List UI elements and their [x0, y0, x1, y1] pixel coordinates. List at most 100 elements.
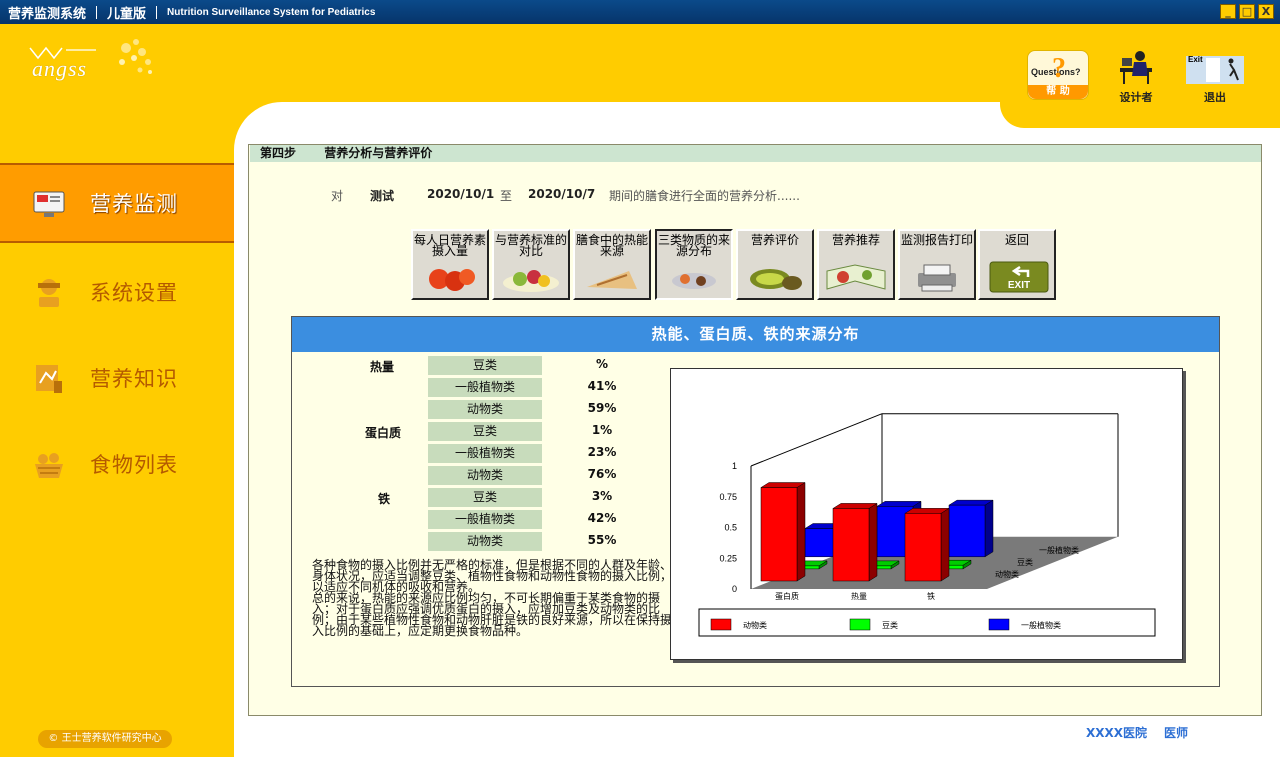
x-tick-label: 蛋白质 — [775, 591, 799, 601]
exit-button[interactable]: Exit 退出 — [1185, 52, 1245, 105]
svg-text:?: ? — [1052, 53, 1066, 84]
designer-button[interactable]: 设计者 — [1112, 50, 1160, 105]
table-cell-source: 动物类 — [428, 400, 542, 419]
help-icon: Questions? ? 帮 助 — [1027, 50, 1089, 100]
close-button[interactable]: X — [1258, 4, 1274, 19]
bar-2-2 — [948, 504, 986, 558]
logo-text: angss — [32, 56, 88, 81]
three-source-button[interactable]: 三类物质的来源分布 — [655, 229, 733, 300]
sidebar-item-knowledge[interactable]: 营养知识 — [0, 338, 234, 418]
title-divider — [96, 5, 98, 19]
bar-0-0 — [760, 487, 798, 582]
table-cell-source: 一般植物类 — [428, 378, 542, 397]
period-start-date: 2020/10/1 — [427, 187, 495, 201]
button-label: 每人日营养素摄入量 — [413, 233, 486, 258]
bar-side — [796, 482, 806, 582]
button-label: 膳食中的热能来源 — [575, 233, 648, 258]
note-paragraph: 总的来说，热能的来源应比例均匀，不可长期偏重于某类食物的摄入；对于蛋白质应强调优… — [312, 591, 673, 638]
source-bar-chart: 0 0.25 0.5 0.75 1 蛋白质 热量铁动物类 豆类 一般植物类 动物类 豆类 一般植物类 — [670, 368, 1183, 660]
table-cell-value: 42% — [587, 511, 617, 525]
bar-top — [904, 508, 950, 514]
exit-icon: EXIT — [989, 261, 1049, 293]
button-label: 营养推荐 — [831, 233, 880, 247]
help-label: 帮 助 — [1028, 85, 1088, 99]
bar-2-0 — [904, 513, 942, 582]
step-header: 第四步 营养分析与营养评价 — [250, 145, 1261, 162]
sidebar-item-food-list[interactable]: 食物列表 — [0, 424, 234, 504]
app-subtitle: Nutrition Surveillance System for Pediat… — [167, 6, 376, 18]
step-number: 第四步 — [260, 146, 297, 160]
printer-icon — [918, 264, 956, 292]
nutrition-recommend-button[interactable]: 营养推荐 — [817, 229, 895, 300]
table-cell-source: 一般植物类 — [428, 444, 542, 463]
y-tick-label: 0.5 — [724, 523, 737, 533]
table-cell-source: 豆类 — [428, 422, 542, 441]
standard-compare-button[interactable]: 与营养标准的对比 — [492, 229, 570, 300]
depth-tick-label: 豆类 — [1017, 557, 1033, 567]
main-panel-notch — [1000, 102, 1280, 128]
minimize-button[interactable]: _ — [1220, 4, 1236, 19]
help-button[interactable]: Questions? ? 帮 助 — [1027, 50, 1089, 100]
brand-logo: angss — [26, 36, 156, 86]
window-titlebar: 营养监测系统 儿童版 Nutrition Surveillance System… — [0, 0, 1280, 24]
panel-title: 热能、蛋白质、铁的来源分布 — [292, 317, 1219, 352]
app-title: 营养监测系统 — [8, 6, 87, 22]
button-label: 返回 — [1004, 233, 1029, 247]
sidebar-item-label: 营养监测 — [90, 192, 178, 216]
sidebar-item-label: 系统设置 — [90, 281, 178, 305]
group-label-iron: 铁 — [378, 492, 391, 506]
x-tick-label: 铁 — [927, 591, 935, 601]
window-controls: _ □ X — [1220, 4, 1274, 19]
table-cell-value: 23% — [587, 445, 617, 459]
group-label-energy: 热量 — [370, 360, 395, 374]
depth-tick-label: 动物类 — [995, 569, 1019, 579]
daily-intake-button[interactable]: 每人日营养素摄入量 — [411, 229, 489, 300]
legend-swatch — [849, 618, 871, 631]
table-cell-value: 76% — [587, 467, 617, 481]
button-label: 营养评价 — [750, 233, 799, 247]
title-divider — [156, 5, 158, 19]
period-suffix: 期间的膳食进行全面的营养分析...... — [609, 189, 800, 203]
fruit-platter-icon — [503, 270, 559, 292]
depth-tick-label: 一般植物类 — [1039, 545, 1079, 555]
bar-top — [760, 482, 806, 488]
table-cell-value: 59% — [587, 401, 617, 415]
x-tick-label: 热量 — [851, 591, 867, 601]
doctor-link[interactable]: 医师 — [1164, 724, 1188, 741]
step-title: 营养分析与营养评价 — [324, 146, 433, 160]
period-end-date: 2020/10/7 — [528, 187, 596, 201]
sidebar-item-settings[interactable]: 系统设置 — [0, 252, 234, 332]
monitor-icon — [33, 191, 65, 217]
button-label: 监测报告打印 — [900, 233, 973, 247]
sidebar-item-monitor[interactable]: 营养监测 — [0, 163, 234, 243]
table-cell-source: 豆类 — [428, 488, 542, 507]
period-to: 至 — [500, 189, 513, 203]
chart-legend — [698, 608, 1156, 637]
table-cell-source: 动物类 — [428, 466, 542, 485]
bar-side — [984, 499, 994, 558]
button-label: 三类物质的来源分布 — [657, 233, 730, 258]
copyright-badge: © 王士营养软件研究中心 — [38, 730, 172, 748]
legend-label: 一般植物类 — [1021, 620, 1061, 630]
legend-label: 动物类 — [743, 620, 767, 630]
energy-source-button[interactable]: 膳食中的热能来源 — [573, 229, 651, 300]
hospital-link[interactable]: XXXX医院 — [1086, 724, 1147, 741]
recipe-book-icon — [826, 264, 886, 290]
bar-1-0 — [832, 508, 870, 582]
exit-sign-text: Exit — [1188, 55, 1203, 64]
nutrition-evaluation-button[interactable]: 营养评价 — [736, 229, 814, 300]
table-cell-source: 豆类 — [428, 356, 542, 375]
bar-side — [940, 507, 950, 582]
exit-badge-text: EXIT — [1008, 280, 1030, 291]
bar-top — [948, 499, 994, 506]
report-print-button[interactable]: 监测报告打印 — [898, 229, 976, 300]
back-button[interactable]: 返回 EXIT — [978, 229, 1056, 300]
bar-side — [868, 502, 878, 582]
subject-name: 测试 — [370, 189, 395, 203]
y-tick-label: 0.25 — [719, 553, 737, 563]
table-cell-value: 41% — [587, 379, 617, 393]
bar-top — [832, 503, 878, 509]
maximize-button[interactable]: □ — [1239, 4, 1255, 19]
table-cell-value: 1% — [591, 423, 613, 437]
note-paragraph: 各种食物的摄入比例并无严格的标准，但是根据不同的人群及年龄、身体状况，应适当调整… — [312, 558, 673, 594]
